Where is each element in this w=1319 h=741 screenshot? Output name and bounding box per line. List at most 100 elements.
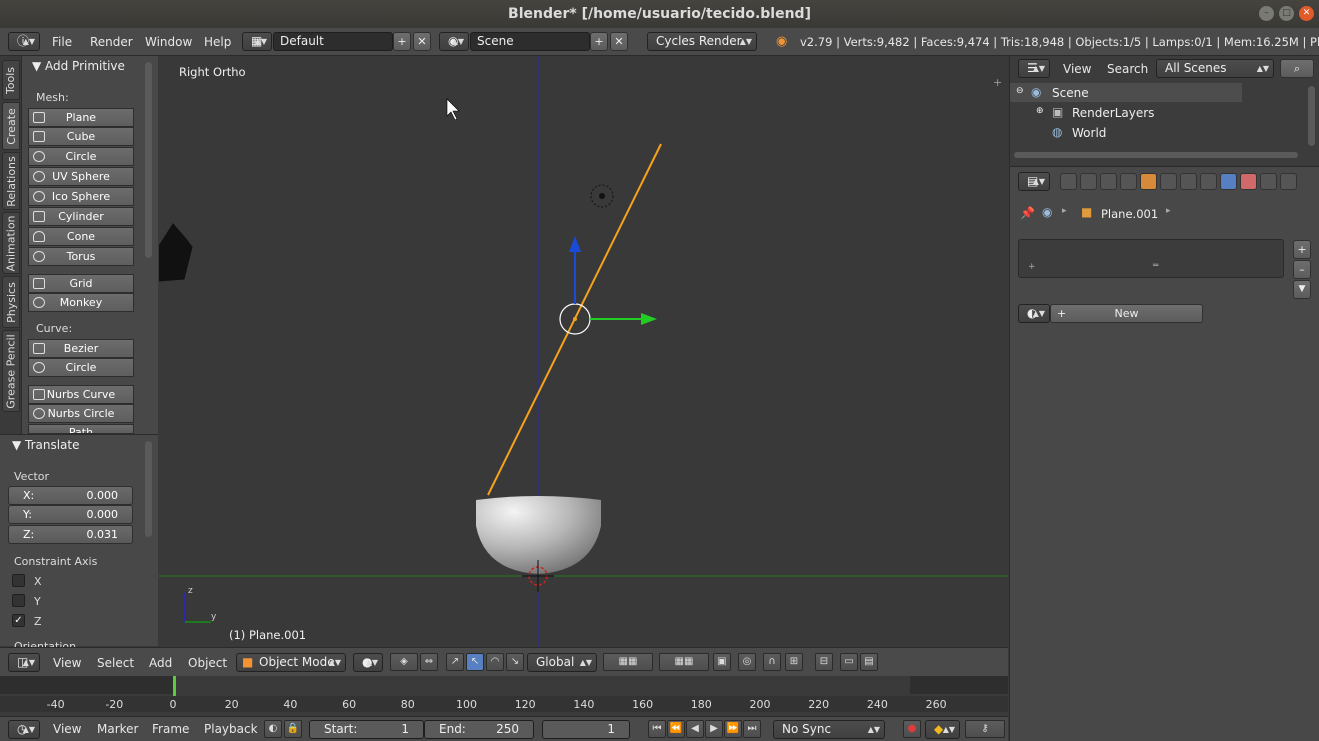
renderlayers-expand-icon[interactable]: ⊕ xyxy=(1036,106,1044,116)
opengl-anim-icon[interactable]: ▤ xyxy=(860,653,878,671)
lock-layers-icon[interactable]: ▣ xyxy=(713,653,731,671)
snap-target-icon[interactable]: ⊟ xyxy=(815,653,833,671)
add-nurbs-curve-button[interactable]: Nurbs Curve xyxy=(28,385,134,404)
timeline-ruler[interactable] xyxy=(0,696,1008,712)
add-cone-button[interactable]: Cone xyxy=(28,227,134,246)
operator-scrollbar[interactable] xyxy=(145,441,152,537)
mode-select[interactable]: ■ Object Mode ▲▼ xyxy=(236,653,346,672)
modifiers-tab-icon[interactable] xyxy=(1180,173,1197,190)
tab-physics[interactable]: Physics xyxy=(2,276,20,328)
outliner-search-icon[interactable]: ⌕ xyxy=(1280,59,1314,78)
close-icon[interactable]: ✕ xyxy=(1299,6,1314,21)
keying-set-icon[interactable]: ◆ ▲▼ xyxy=(925,720,960,739)
timeline-editor-type-icon[interactable]: ◷ ▲▼ xyxy=(8,720,40,739)
remove-material-slot-icon[interactable]: – xyxy=(1293,260,1311,279)
props-editor-type-icon[interactable]: ▤ ▲▼ xyxy=(1018,172,1050,191)
jump-keyframe-back-icon[interactable]: ⏪ xyxy=(667,720,685,738)
add-cube-button[interactable]: Cube xyxy=(28,127,134,146)
pivot-select-icon[interactable]: ◈ xyxy=(390,653,418,671)
add-scene-icon[interactable]: + xyxy=(590,32,608,51)
jump-keyframe-forward-icon[interactable]: ⏩ xyxy=(724,720,742,738)
jump-end-icon[interactable]: ⏭ xyxy=(743,720,761,738)
timeline[interactable]: -40 -20 0 20 40 60 80 100 120 140 160 180 200 220 240 2… xyxy=(0,676,1008,716)
pin-icon[interactable]: 📌 xyxy=(1020,206,1035,220)
opengl-render-icon[interactable]: ▭ xyxy=(840,653,858,671)
manipulator-translate-icon[interactable]: ↗ xyxy=(446,653,464,671)
vp-menu-select[interactable]: Select xyxy=(97,656,134,670)
object-tab-icon[interactable] xyxy=(1140,173,1157,190)
vp-menu-add[interactable]: Add xyxy=(149,656,172,670)
vector-y-field[interactable]: Y: 0.000 xyxy=(8,505,133,524)
world-tab-icon[interactable] xyxy=(1120,173,1137,190)
keyframe-tool-icon[interactable]: ⚷ xyxy=(965,720,1005,738)
tl-menu-frame[interactable]: Frame xyxy=(152,722,189,736)
tl-menu-marker[interactable]: Marker xyxy=(97,722,138,736)
play-reverse-icon[interactable]: ◀ xyxy=(686,720,704,738)
maximize-icon[interactable]: □ xyxy=(1279,6,1294,21)
panel-collapse-icon[interactable]: ▼ xyxy=(32,59,41,73)
play-icon[interactable]: ▶ xyxy=(705,720,723,738)
add-nurbs-circle-button[interactable]: Nurbs Circle xyxy=(28,404,134,423)
menu-window[interactable]: Window xyxy=(145,35,192,49)
end-frame-field[interactable]: End: 250 xyxy=(424,720,534,739)
add-uv-sphere-button[interactable]: UV Sphere xyxy=(28,167,134,186)
material-tab-icon[interactable] xyxy=(1220,173,1237,190)
camera-object-icon[interactable] xyxy=(159,223,193,282)
outliner-row-scene[interactable] xyxy=(1010,83,1242,102)
material-browse-icon[interactable]: ◐ ▲▼ xyxy=(1018,304,1050,323)
sync-select[interactable]: No Sync ▲▼ xyxy=(773,720,885,739)
list-resize-grip-icon[interactable]: ═ xyxy=(1153,261,1158,271)
data-tab-icon[interactable] xyxy=(1200,173,1217,190)
manipulator-move-icon[interactable]: ↖ xyxy=(466,653,484,671)
tab-animation[interactable]: Animation xyxy=(2,212,20,274)
add-circle-button[interactable]: Circle xyxy=(28,147,134,166)
proportional-edit-icon[interactable]: ◎ xyxy=(738,653,756,671)
outliner-filter-select[interactable]: All Scenes ▲▼ xyxy=(1156,59,1274,78)
add-curve-circle-button[interactable]: Circle xyxy=(28,358,134,377)
add-plane-button[interactable]: Plane xyxy=(28,108,134,127)
vp-menu-object[interactable]: Object xyxy=(188,656,227,670)
operator-collapse-icon[interactable]: ▼ xyxy=(12,438,21,452)
scene-icon[interactable]: ◉ ▲▼ xyxy=(439,32,469,51)
remove-scene-icon[interactable]: ✕ xyxy=(610,32,628,51)
outliner-scrollbar[interactable] xyxy=(1308,86,1315,146)
vector-z-field[interactable]: Z: 0.031 xyxy=(8,525,133,544)
tab-create[interactable]: Create xyxy=(2,102,20,150)
scene-expand-icon[interactable]: ⊖ xyxy=(1016,86,1024,96)
scene-tab-icon[interactable] xyxy=(1100,173,1117,190)
particles-tab-icon[interactable] xyxy=(1260,173,1277,190)
add-material-slot-icon[interactable]: + xyxy=(1293,240,1311,259)
outliner-world-label[interactable]: World xyxy=(1072,126,1106,140)
tab-tools[interactable]: Tools xyxy=(2,60,20,100)
manipulator-toggle-icon[interactable]: ⇔ xyxy=(420,653,438,671)
tab-relations[interactable]: Relations xyxy=(2,152,20,210)
material-slots-list[interactable] xyxy=(1018,239,1284,278)
viewport-corner-plus-icon[interactable]: + xyxy=(993,76,1002,89)
add-monkey-button[interactable]: Monkey xyxy=(28,293,134,312)
info-editor-type-icon[interactable]: ⓘ ▲▼ xyxy=(8,32,40,51)
add-path-button[interactable]: Path xyxy=(28,424,134,434)
menu-help[interactable]: Help xyxy=(204,35,231,49)
snap-element-icon[interactable]: ⊞ xyxy=(785,653,803,671)
outliner-editor-type-icon[interactable]: ☰ ▲▼ xyxy=(1018,59,1050,78)
manipulator-z-arrow[interactable] xyxy=(569,236,581,252)
new-material-button[interactable]: + New xyxy=(1050,304,1203,323)
physics-tab-icon[interactable] xyxy=(1280,173,1297,190)
texture-tab-icon[interactable] xyxy=(1240,173,1257,190)
remove-layout-icon[interactable]: ✕ xyxy=(413,32,431,51)
tl-menu-view[interactable]: View xyxy=(53,722,81,736)
preview-range-icon[interactable]: ◐ xyxy=(264,720,282,738)
menu-render[interactable]: Render xyxy=(90,35,133,49)
start-frame-field[interactable]: Start: 1 xyxy=(309,720,424,739)
outliner-menu-search[interactable]: Search xyxy=(1107,62,1148,76)
scene-field[interactable]: Scene xyxy=(470,32,590,51)
material-specials-icon[interactable]: ▼ xyxy=(1293,280,1311,299)
outliner-h-scrollbar[interactable] xyxy=(1014,152,1298,158)
add-grid-button[interactable]: Grid xyxy=(28,274,134,293)
add-bezier-button[interactable]: Bezier xyxy=(28,339,134,358)
vector-x-field[interactable]: X: 0.000 xyxy=(8,486,133,505)
screen-layout-icon[interactable]: ▦ ▲▼ xyxy=(242,32,272,51)
tab-grease-pencil[interactable]: Grease Pencil xyxy=(2,330,20,412)
outliner-scene-label[interactable]: Scene xyxy=(1052,86,1089,100)
transform-orientation-select[interactable]: Global ▲▼ xyxy=(527,653,597,672)
